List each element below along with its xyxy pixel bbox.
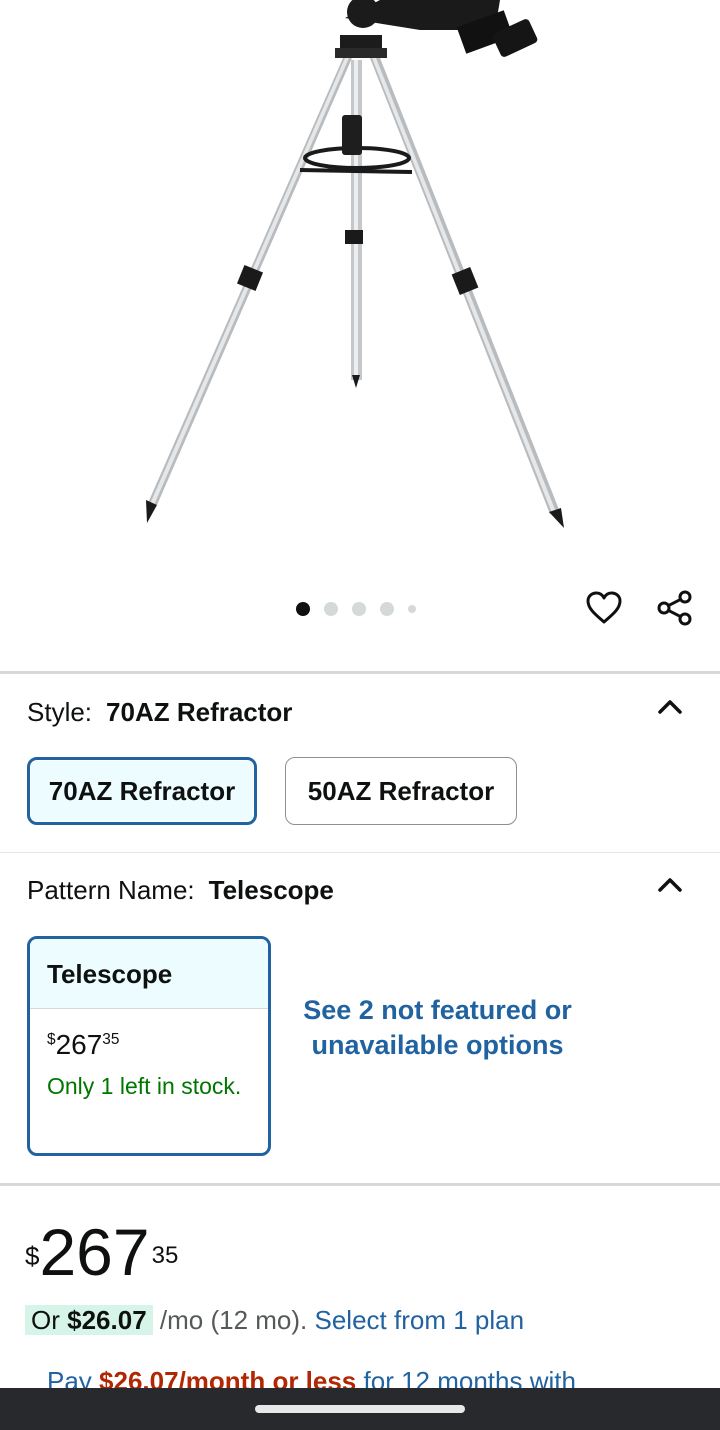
price-currency: $ bbox=[25, 1241, 40, 1271]
product-price: $26735 bbox=[25, 1214, 178, 1290]
pattern-option-card[interactable]: Telescope $26735 Only 1 left in stock. bbox=[27, 936, 271, 1156]
monthly-amount: $26.07 bbox=[67, 1305, 147, 1335]
pagination-dot-1[interactable] bbox=[296, 602, 310, 616]
section-divider bbox=[0, 852, 720, 853]
share-icon[interactable] bbox=[655, 588, 695, 628]
pattern-selected-value: Telescope bbox=[208, 875, 334, 905]
product-image-gallery[interactable] bbox=[0, 0, 720, 665]
style-option-70az[interactable]: 70AZ Refractor bbox=[27, 757, 257, 825]
home-gesture-handle[interactable] bbox=[255, 1405, 465, 1413]
price-whole: 267 bbox=[39, 1215, 150, 1289]
monthly-prefix: Or bbox=[31, 1305, 60, 1335]
pattern-card-title: Telescope bbox=[30, 939, 268, 1009]
telescope-image bbox=[146, 0, 564, 528]
chevron-up-icon[interactable] bbox=[655, 870, 685, 900]
price-cents: 35 bbox=[102, 1031, 120, 1049]
pattern-label: Pattern Name: bbox=[27, 875, 195, 905]
style-option-label: 50AZ Refractor bbox=[307, 775, 495, 806]
section-divider bbox=[0, 1183, 720, 1186]
pagination-dot-3[interactable] bbox=[352, 602, 366, 616]
section-divider bbox=[0, 671, 720, 674]
price-whole: 267 bbox=[55, 1029, 103, 1060]
select-plan-link[interactable]: Select from 1 plan bbox=[315, 1305, 525, 1335]
system-navigation-bar bbox=[0, 1388, 720, 1430]
pagination-dot-2[interactable] bbox=[324, 602, 338, 616]
image-pagination-dots[interactable] bbox=[296, 602, 416, 616]
style-label: Style: bbox=[27, 697, 93, 727]
monthly-highlight: Or $26.07 bbox=[25, 1305, 153, 1335]
price-currency: $ bbox=[47, 1031, 56, 1049]
style-row[interactable]: Style: 70AZ Refractor bbox=[27, 697, 292, 728]
pagination-dot-5[interactable] bbox=[408, 605, 416, 613]
monthly-term: /mo (12 mo). bbox=[159, 1305, 308, 1335]
monthly-payment-row: Or $26.07 /mo (12 mo). Select from 1 pla… bbox=[25, 1302, 524, 1338]
pagination-dot-4[interactable] bbox=[380, 602, 394, 616]
price-cents: 35 bbox=[151, 1242, 179, 1269]
pattern-card-price: $26735 bbox=[47, 1029, 119, 1061]
style-option-50az[interactable]: 50AZ Refractor bbox=[285, 757, 517, 825]
see-unavailable-options-link[interactable]: See 2 not featured or unavailable option… bbox=[300, 993, 575, 1063]
style-selected-value: 70AZ Refractor bbox=[106, 697, 293, 727]
wishlist-heart-icon[interactable] bbox=[584, 588, 624, 628]
pattern-row[interactable]: Pattern Name: Telescope bbox=[27, 875, 334, 906]
stock-status: Only 1 left in stock. bbox=[47, 1073, 242, 1099]
chevron-up-icon[interactable] bbox=[655, 692, 685, 722]
style-option-label: 70AZ Refractor bbox=[48, 775, 236, 806]
